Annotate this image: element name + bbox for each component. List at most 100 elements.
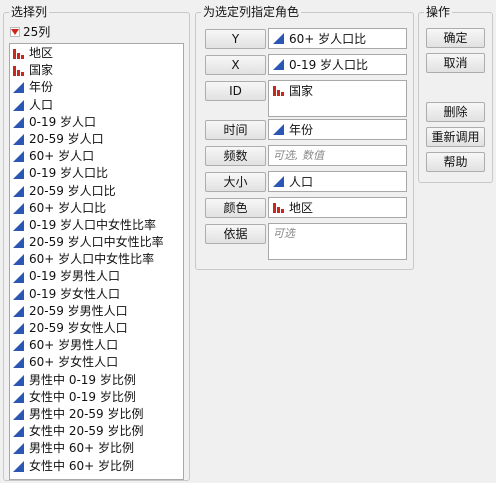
size-role-value: 人口 bbox=[289, 175, 314, 189]
size-role-button[interactable]: 大小 bbox=[205, 172, 266, 192]
column-list[interactable]: 地区国家 年份 人口 0-19 岁人口 20-59 岁人口 60+ 岁人口 0-19 岁人口… bbox=[9, 43, 184, 480]
continuous-column-icon bbox=[273, 124, 284, 135]
freq-role-button[interactable]: 频数 bbox=[205, 146, 266, 166]
select-columns-panel: 选择列 25列 地区国家 年份 人口 0-19 岁人口 20-59 岁人口 60+ 岁人口… bbox=[3, 5, 190, 481]
column-label: 60+ 岁人口中女性比率 bbox=[29, 252, 155, 267]
color-role-value: 地区 bbox=[289, 201, 314, 215]
freq-role-placeholder: 可选, 数值 bbox=[273, 149, 324, 162]
continuous-column-icon bbox=[13, 254, 24, 266]
continuous-column-icon bbox=[273, 59, 284, 70]
column-label: 0-19 岁女性人口 bbox=[29, 286, 121, 301]
column-label: 0-19 岁人口比 bbox=[29, 166, 109, 181]
continuous-column-icon bbox=[13, 116, 24, 128]
column-list-item[interactable]: 60+ 岁女性人口 bbox=[10, 354, 183, 371]
column-list-item[interactable]: 20-59 岁人口比 bbox=[10, 183, 183, 200]
column-list-item[interactable]: 60+ 岁人口中女性比率 bbox=[10, 251, 183, 268]
nominal-column-icon bbox=[13, 66, 24, 77]
column-label: 20-59 岁女性人口 bbox=[29, 321, 128, 335]
nominal-column-icon bbox=[273, 86, 284, 96]
column-list-item[interactable]: 男性中 0-19 岁比例 bbox=[10, 372, 183, 389]
column-list-item[interactable]: 20-59 岁人口 bbox=[10, 131, 183, 148]
column-list-item[interactable]: 20-59 岁男性人口 bbox=[10, 303, 183, 320]
time-role-button[interactable]: 时间 bbox=[205, 120, 266, 140]
column-list-item[interactable]: 0-19 岁人口 bbox=[10, 114, 183, 131]
continuous-column-icon bbox=[13, 185, 24, 197]
continuous-column-icon bbox=[13, 237, 24, 249]
nominal-column-icon bbox=[273, 203, 284, 213]
column-label: 60+ 岁人口 bbox=[29, 149, 95, 164]
id-role-value: 国家 bbox=[289, 84, 314, 98]
column-label: 地区 bbox=[29, 46, 54, 60]
continuous-column-icon bbox=[13, 168, 24, 180]
column-list-item[interactable]: 20-59 岁女性人口 bbox=[10, 320, 183, 337]
column-list-item[interactable]: 国家 bbox=[10, 62, 183, 79]
column-list-item[interactable]: 0-19 岁人口比 bbox=[10, 165, 183, 182]
continuous-column-icon bbox=[13, 460, 24, 472]
column-label: 男性中 20-59 岁比例 bbox=[29, 406, 144, 421]
continuous-column-icon bbox=[13, 426, 24, 438]
column-label: 女性中 60+ 岁比例 bbox=[29, 458, 134, 473]
continuous-column-icon bbox=[13, 99, 24, 111]
remove-button[interactable]: 删除 bbox=[426, 102, 485, 122]
continuous-column-icon bbox=[13, 271, 24, 283]
color-role-box[interactable]: 地区 bbox=[268, 197, 407, 218]
column-label: 60+ 岁女性人口 bbox=[29, 355, 119, 370]
by-role-button[interactable]: 依据 bbox=[205, 224, 266, 244]
column-count-row[interactable]: 25列 bbox=[10, 25, 50, 39]
column-list-item[interactable]: 0-19 岁人口中女性比率 bbox=[10, 217, 183, 234]
column-label: 20-59 岁人口比 bbox=[29, 183, 116, 198]
column-label: 20-59 岁人口中女性比率 bbox=[29, 235, 164, 250]
recall-button[interactable]: 重新调用 bbox=[426, 127, 485, 147]
column-label: 20-59 岁男性人口 bbox=[29, 303, 128, 318]
column-list-item[interactable]: 男性中 60+ 岁比例 bbox=[10, 440, 183, 457]
size-role-box[interactable]: 人口 bbox=[268, 171, 407, 192]
by-role-placeholder: 可选 bbox=[273, 227, 295, 240]
continuous-column-icon bbox=[13, 340, 24, 352]
column-list-item[interactable]: 年份 bbox=[10, 79, 183, 96]
continuous-column-icon bbox=[13, 288, 24, 300]
column-list-item[interactable]: 女性中 60+ 岁比例 bbox=[10, 458, 183, 475]
column-label: 女性中 0-19 岁比例 bbox=[29, 389, 136, 404]
column-list-item[interactable]: 人口 bbox=[10, 97, 183, 114]
y-role-value: 60+ 岁人口比 bbox=[289, 32, 367, 46]
id-role-box[interactable]: 国家 bbox=[268, 80, 407, 117]
column-list-item[interactable]: 60+ 岁男性人口 bbox=[10, 337, 183, 354]
cancel-button[interactable]: 取消 bbox=[426, 53, 485, 73]
column-label: 20-59 岁人口 bbox=[29, 131, 104, 146]
help-button[interactable]: 帮助 bbox=[426, 152, 485, 172]
ok-button[interactable]: 确定 bbox=[426, 28, 485, 48]
nominal-column-icon bbox=[13, 49, 24, 60]
column-list-item[interactable]: 60+ 岁人口 bbox=[10, 148, 183, 165]
freq-role-box[interactable]: 可选, 数值 bbox=[268, 145, 407, 166]
cast-roles-panel: 为选定列指定角色 Y 60+ 岁人口比 X 0-19 岁人口比 ID 国家 时间… bbox=[195, 5, 414, 270]
actions-title: 操作 bbox=[424, 5, 453, 19]
x-role-box[interactable]: 0-19 岁人口比 bbox=[268, 54, 407, 75]
column-list-item[interactable]: 地区 bbox=[10, 45, 183, 62]
red-triangle-menu-icon[interactable] bbox=[10, 27, 20, 37]
column-list-item[interactable]: 男性中 20-59 岁比例 bbox=[10, 406, 183, 423]
column-list-item[interactable]: 0-19 岁男性人口 bbox=[10, 268, 183, 285]
column-label: 男性中 0-19 岁比例 bbox=[29, 372, 136, 387]
continuous-column-icon bbox=[13, 151, 24, 163]
column-list-item[interactable]: 女性中 0-19 岁比例 bbox=[10, 389, 183, 406]
column-list-item[interactable]: 60+ 岁人口比 bbox=[10, 200, 183, 217]
continuous-column-icon bbox=[13, 134, 24, 146]
id-role-button[interactable]: ID bbox=[205, 81, 266, 101]
x-role-button[interactable]: X bbox=[205, 55, 266, 75]
column-label: 0-19 岁人口中女性比率 bbox=[29, 217, 157, 232]
continuous-column-icon bbox=[13, 357, 24, 369]
column-list-item[interactable]: 20-59 岁人口中女性比率 bbox=[10, 234, 183, 251]
color-role-button[interactable]: 颜色 bbox=[205, 198, 266, 218]
x-role-value: 0-19 岁人口比 bbox=[289, 58, 369, 72]
continuous-column-icon bbox=[13, 305, 24, 317]
time-role-value: 年份 bbox=[289, 123, 314, 137]
actions-panel: 操作 确定 取消 删除 重新调用 帮助 bbox=[418, 5, 493, 183]
column-list-item[interactable]: 0-19 岁女性人口 bbox=[10, 286, 183, 303]
continuous-column-icon bbox=[13, 409, 24, 421]
y-role-box[interactable]: 60+ 岁人口比 bbox=[268, 28, 407, 49]
by-role-box[interactable]: 可选 bbox=[268, 223, 407, 260]
column-list-item[interactable]: 女性中 20-59 岁比例 bbox=[10, 423, 183, 440]
time-role-box[interactable]: 年份 bbox=[268, 119, 407, 140]
y-role-button[interactable]: Y bbox=[205, 29, 266, 49]
select-columns-title: 选择列 bbox=[9, 5, 50, 19]
